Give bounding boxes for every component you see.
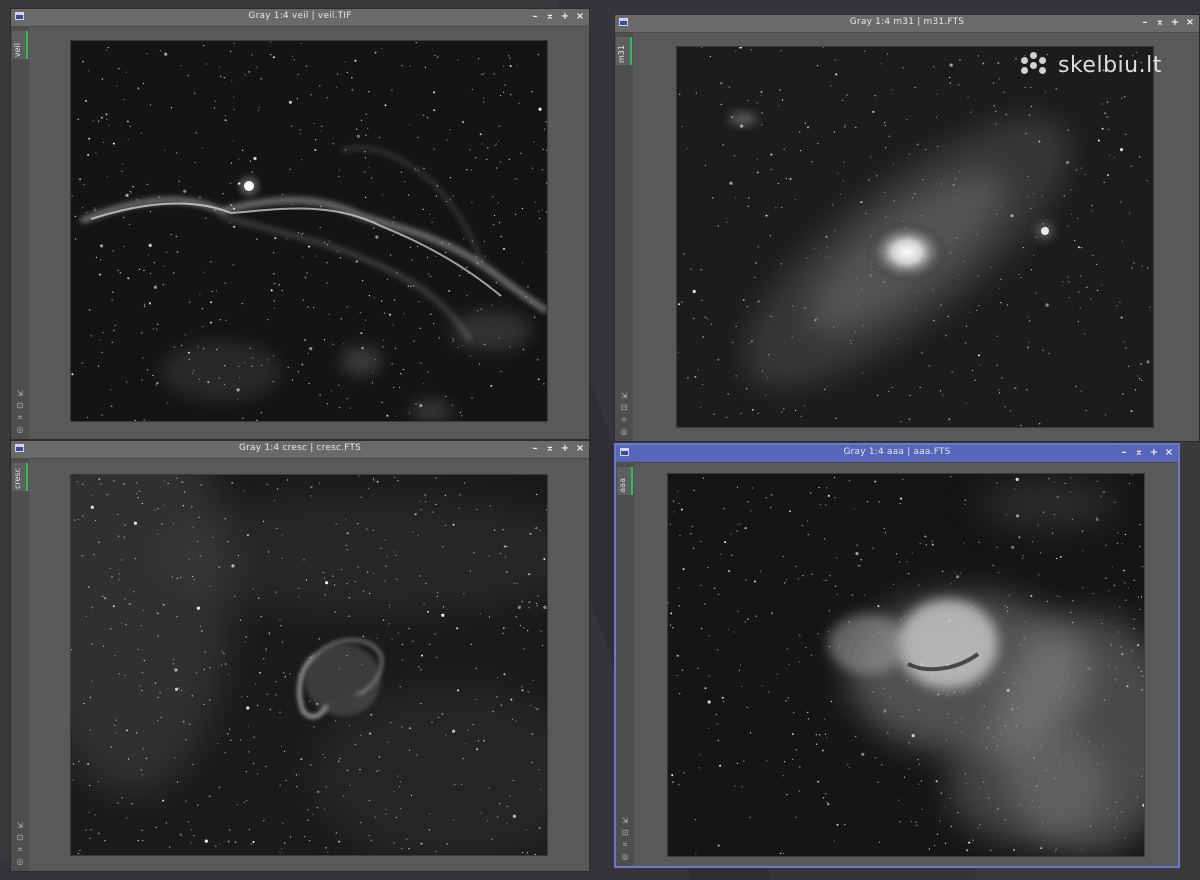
close-button[interactable]: × <box>1164 446 1174 459</box>
maximize-button[interactable]: + <box>1170 16 1180 29</box>
target-icon[interactable]: ◎ <box>15 425 25 435</box>
maximize-button[interactable]: + <box>560 10 570 23</box>
watermark-logo: skelbiu.lt <box>1020 52 1162 78</box>
fit-view-icon[interactable]: ⇲ <box>619 391 629 401</box>
view-sidebar: cresc ⇲ ⊡ ⌗ ◎ <box>11 459 29 871</box>
shade-button[interactable]: ⌅ <box>1155 16 1165 29</box>
fish-head-nebula-image <box>668 474 1144 856</box>
image-view-cresc[interactable] <box>71 475 547 855</box>
zoom-icon[interactable]: ⊡ <box>620 828 630 838</box>
maximize-button[interactable]: + <box>1149 446 1159 459</box>
maximize-button[interactable]: + <box>560 442 570 455</box>
grid-icon[interactable]: ⌗ <box>15 413 25 423</box>
view-tab-label: cresc <box>13 468 22 489</box>
minimize-button[interactable]: – <box>530 10 540 23</box>
title-bar[interactable]: Gray 1:4 cresc | cresc.FTS – ⌅ + × <box>11 441 589 459</box>
grid-icon[interactable]: ⌗ <box>15 845 25 855</box>
fit-view-icon[interactable]: ⇲ <box>620 816 630 826</box>
fit-view-icon[interactable]: ⇲ <box>15 821 25 831</box>
shade-button[interactable]: ⌅ <box>545 10 555 23</box>
view-tab-cresc[interactable]: cresc <box>12 463 28 491</box>
minimize-button[interactable]: – <box>1140 16 1150 29</box>
view-sidebar: veil ⇲ ⊡ ⌗ ◎ <box>11 27 29 439</box>
title-bar[interactable]: Gray 1:4 aaa | aaa.FTS – ⌅ + × <box>616 445 1178 463</box>
close-button[interactable]: × <box>1185 16 1195 29</box>
window-title: Gray 1:4 aaa | aaa.FTS <box>843 447 951 457</box>
image-view-aaa[interactable] <box>668 474 1144 856</box>
crescent-nebula-image <box>71 475 547 855</box>
target-icon[interactable]: ◎ <box>619 427 629 437</box>
view-tab-aaa[interactable]: aaa <box>617 467 633 495</box>
image-window-m31[interactable]: Gray 1:4 m31 | m31.FTS – ⌅ + × m31 ⇲ ⊡ ⌗… <box>614 14 1200 442</box>
fit-view-icon[interactable]: ⇲ <box>15 389 25 399</box>
title-bar[interactable]: Gray 1:4 veil | veil.TIF – ⌅ + × <box>11 9 589 27</box>
close-button[interactable]: × <box>575 442 585 455</box>
grid-icon[interactable]: ⌗ <box>620 840 630 850</box>
view-tab-veil[interactable]: veil <box>12 31 28 59</box>
image-window-veil[interactable]: Gray 1:4 veil | veil.TIF – ⌅ + × veil ⇲ … <box>10 8 590 440</box>
minimize-button[interactable]: – <box>530 442 540 455</box>
watermark-text: skelbiu.lt <box>1058 52 1162 78</box>
watermark-dots-icon <box>1020 52 1052 78</box>
title-bar[interactable]: Gray 1:4 m31 | m31.FTS – ⌅ + × <box>615 15 1199 33</box>
zoom-icon[interactable]: ⊡ <box>15 833 25 843</box>
view-tab-label: veil <box>13 42 22 57</box>
image-window-cresc[interactable]: Gray 1:4 cresc | cresc.FTS – ⌅ + × cresc… <box>10 440 590 872</box>
zoom-icon[interactable]: ⊡ <box>619 403 629 413</box>
view-tab-label: aaa <box>618 478 627 493</box>
target-icon[interactable]: ◎ <box>620 852 630 862</box>
shade-button[interactable]: ⌅ <box>1134 446 1144 459</box>
veil-nebula-image <box>71 41 547 421</box>
image-window-aaa[interactable]: Gray 1:4 aaa | aaa.FTS – ⌅ + × aaa ⇲ ⊡ ⌗… <box>614 443 1180 868</box>
window-title: Gray 1:4 cresc | cresc.FTS <box>238 443 361 453</box>
view-sidebar: m31 ⇲ ⊡ ⌗ ◎ <box>615 33 633 441</box>
window-title: Gray 1:4 veil | veil.TIF <box>248 11 352 21</box>
image-view-m31[interactable] <box>677 47 1153 427</box>
view-tab-m31[interactable]: m31 <box>616 37 632 65</box>
view-sidebar: aaa ⇲ ⊡ ⌗ ◎ <box>616 463 634 866</box>
window-title: Gray 1:4 m31 | m31.FTS <box>849 17 965 27</box>
shade-button[interactable]: ⌅ <box>545 442 555 455</box>
view-tab-label: m31 <box>617 45 626 63</box>
image-view-veil[interactable] <box>71 41 547 421</box>
target-icon[interactable]: ◎ <box>15 857 25 867</box>
grid-icon[interactable]: ⌗ <box>619 415 629 425</box>
minimize-button[interactable]: – <box>1119 446 1129 459</box>
zoom-icon[interactable]: ⊡ <box>15 401 25 411</box>
close-button[interactable]: × <box>575 10 585 23</box>
andromeda-galaxy-image <box>677 47 1153 427</box>
